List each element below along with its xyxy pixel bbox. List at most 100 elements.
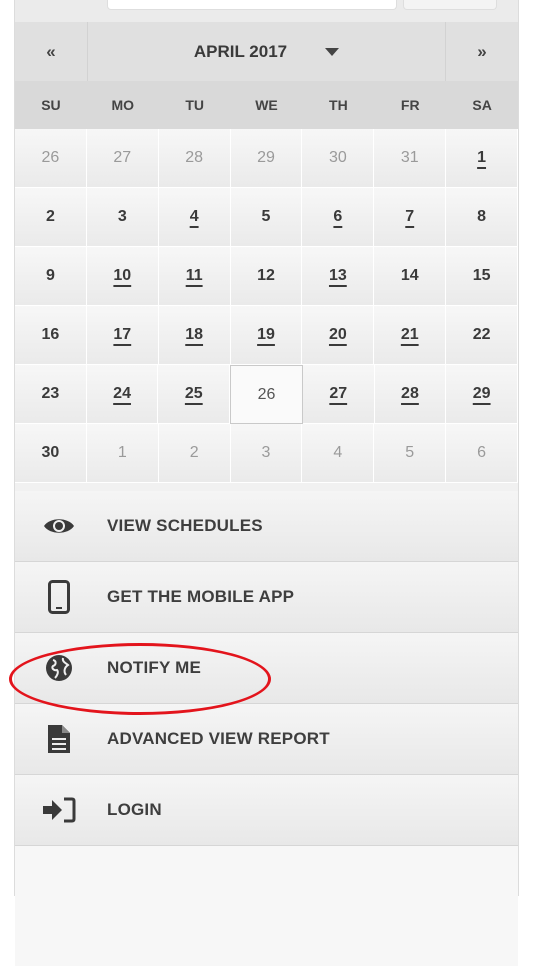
- top-button[interactable]: [403, 0, 497, 10]
- month-label: APRIL 2017: [193, 41, 288, 61]
- month-selector[interactable]: APRIL 2017: [87, 22, 446, 81]
- calendar-day-number: 29: [257, 149, 275, 166]
- calendar-day[interactable]: 12: [230, 247, 303, 306]
- calendar-day-number: 28: [401, 385, 419, 402]
- menu-item-label: LOGIN: [107, 800, 162, 819]
- calendar-day[interactable]: 2: [158, 424, 231, 483]
- calendar-day[interactable]: 9: [15, 247, 87, 306]
- calendar-day[interactable]: 5: [230, 188, 303, 247]
- calendar-day[interactable]: 6: [446, 424, 519, 483]
- calendar-day-number: 30: [328, 149, 347, 166]
- calendar-day-number: 26: [257, 385, 276, 403]
- calendar-day[interactable]: 15: [446, 247, 519, 306]
- sidebar-panel: « APRIL 2017 » SU MO TU WE TH FR SA 26 27…: [14, 0, 519, 966]
- calendar-day[interactable]: 5: [374, 424, 447, 483]
- calendar-day-number: 4: [189, 208, 199, 225]
- calendar-day-number: 30: [41, 444, 60, 461]
- calendar-day-number: 3: [117, 208, 127, 225]
- calendar-day[interactable]: 31: [374, 129, 447, 188]
- calendar-day[interactable]: 2: [15, 188, 87, 247]
- calendar-day[interactable]: 27: [86, 129, 159, 188]
- calendar-day-number: 12: [257, 267, 275, 284]
- calendar-day-number: 23: [41, 385, 60, 402]
- calendar-day-number: 10: [113, 267, 132, 284]
- calendar-day[interactable]: 4: [302, 424, 375, 483]
- calendar-day[interactable]: 3: [230, 424, 303, 483]
- calendar-day[interactable]: 19: [230, 306, 303, 365]
- calendar-day-number: 3: [261, 444, 271, 461]
- weekday-label: MO: [111, 97, 135, 113]
- calendar-day-number: 5: [261, 208, 271, 225]
- calendar-day-number: 27: [329, 385, 348, 402]
- calendar-day-number: 24: [113, 385, 131, 402]
- calendar-day[interactable]: 28: [374, 365, 447, 424]
- weekday-label: TU: [185, 97, 204, 113]
- calendar-day-number: 27: [113, 149, 132, 166]
- calendar-grid: 26 27 28 29 30 31 1 2 3 4 5 6 7 8 9 10 11 12 13 14 15 16 17 18 1…: [15, 129, 519, 483]
- calendar-day-number: 7: [405, 208, 415, 225]
- calendar-day-number: 16: [41, 326, 60, 343]
- calendar: « APRIL 2017 » SU MO TU WE TH FR SA 26 27…: [15, 22, 519, 483]
- calendar-day[interactable]: 6: [302, 188, 375, 247]
- calendar-day-number: 6: [477, 444, 487, 461]
- top-toolbar: [15, 0, 518, 22]
- calendar-day[interactable]: 20: [302, 306, 375, 365]
- calendar-day[interactable]: 24: [86, 365, 159, 424]
- notify-me-button[interactable]: NOTIFY ME: [15, 633, 518, 704]
- calendar-day[interactable]: 11: [158, 247, 231, 306]
- calendar-day[interactable]: 10: [86, 247, 159, 306]
- calendar-header: « APRIL 2017 »: [15, 22, 518, 81]
- calendar-day[interactable]: 30: [15, 424, 87, 483]
- calendar-day[interactable]: 27: [302, 365, 375, 424]
- calendar-day[interactable]: 23: [15, 365, 87, 424]
- view-schedules-button[interactable]: VIEW SCHEDULES: [15, 491, 518, 562]
- calendar-day[interactable]: 13: [302, 247, 375, 306]
- calendar-day-today[interactable]: 26: [230, 365, 303, 424]
- weekday-label: FR: [400, 97, 420, 113]
- advanced-view-report-button[interactable]: ADVANCED VIEW REPORT: [15, 704, 518, 775]
- next-month-button[interactable]: »: [445, 22, 518, 81]
- calendar-day-number: 28: [185, 149, 204, 166]
- calendar-day[interactable]: 7: [374, 188, 447, 247]
- calendar-day[interactable]: 3: [86, 188, 159, 247]
- calendar-day-number: 2: [189, 444, 199, 461]
- calendar-day-number: 21: [400, 326, 419, 343]
- sidebar-menu: VIEW SCHEDULES GET THE MOBILE APP NOTIFY…: [15, 491, 518, 966]
- calendar-day[interactable]: 22: [446, 306, 519, 365]
- empty-area: [15, 846, 518, 966]
- calendar-day[interactable]: 1: [446, 129, 519, 188]
- calendar-day[interactable]: 8: [446, 188, 519, 247]
- top-input-field[interactable]: [107, 0, 397, 10]
- calendar-day[interactable]: 18: [158, 306, 231, 365]
- calendar-day-number: 8: [477, 208, 487, 225]
- calendar-day[interactable]: 28: [158, 129, 231, 188]
- calendar-day[interactable]: 17: [86, 306, 159, 365]
- get-mobile-app-button[interactable]: GET THE MOBILE APP: [15, 562, 518, 633]
- calendar-day[interactable]: 26: [15, 129, 87, 188]
- calendar-day-number: 9: [45, 267, 55, 284]
- mobile-phone-icon: [39, 577, 79, 617]
- calendar-day[interactable]: 14: [374, 247, 447, 306]
- calendar-day[interactable]: 30: [302, 129, 375, 188]
- calendar-day-number: 4: [333, 444, 343, 461]
- weekday-label: SU: [41, 97, 61, 113]
- calendar-day-number: 25: [184, 385, 203, 402]
- weekday-header: SU MO TU WE TH FR SA: [15, 81, 518, 129]
- calendar-day[interactable]: 25: [158, 365, 231, 424]
- calendar-day-number: 22: [472, 326, 491, 343]
- prev-month-button[interactable]: «: [15, 22, 88, 81]
- calendar-day[interactable]: 21: [374, 306, 447, 365]
- weekday-label: SA: [472, 97, 492, 113]
- calendar-day-number: 19: [257, 326, 275, 343]
- calendar-day-number: 11: [185, 267, 203, 284]
- calendar-day[interactable]: 29: [446, 365, 519, 424]
- calendar-day[interactable]: 4: [158, 188, 231, 247]
- calendar-day[interactable]: 1: [86, 424, 159, 483]
- menu-item-label: ADVANCED VIEW REPORT: [107, 729, 330, 748]
- calendar-day[interactable]: 16: [15, 306, 87, 365]
- calendar-day[interactable]: 29: [230, 129, 303, 188]
- weekday-label: TH: [329, 97, 348, 113]
- caret-down-icon: [325, 47, 340, 56]
- login-button[interactable]: LOGIN: [15, 775, 518, 846]
- calendar-day-number: 1: [117, 444, 127, 461]
